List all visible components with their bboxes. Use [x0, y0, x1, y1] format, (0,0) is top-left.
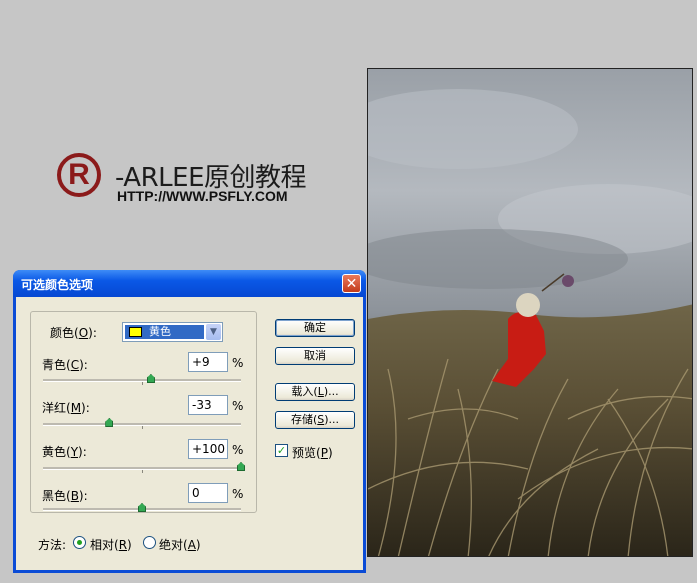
- load-button[interactable]: 载入(L)...: [275, 383, 355, 401]
- yellow-center-tick: [142, 470, 143, 473]
- magenta-input[interactable]: -33: [188, 395, 228, 415]
- cyan-center-tick: [142, 382, 143, 385]
- dialog-title: 可选颜色选项: [21, 278, 94, 292]
- preview-checkbox[interactable]: ✓: [275, 444, 288, 457]
- cyan-unit: %: [232, 356, 244, 370]
- photo-canvas[interactable]: [367, 68, 693, 557]
- magenta-center-tick: [142, 426, 143, 429]
- relative-label: 相对(R): [90, 538, 132, 552]
- preview-label: 预览(P): [292, 446, 333, 460]
- registered-logo-icon: R: [57, 153, 101, 197]
- magenta-slider-thumb[interactable]: [105, 418, 114, 427]
- selective-color-dialog: 可选颜色选项 ✕ 颜色(O): 黄色 ▼ 青色(C): +9 % 洋红(M): …: [13, 270, 366, 573]
- absolute-label: 绝对(A): [159, 538, 201, 552]
- watermark-url: HTTP://WWW.PSFLY.COM: [117, 188, 288, 204]
- cyan-slider-thumb[interactable]: [146, 374, 155, 383]
- save-button[interactable]: 存储(S)...: [275, 411, 355, 429]
- black-unit: %: [232, 487, 244, 501]
- yellow-unit: %: [232, 443, 244, 457]
- dialog-body: 颜色(O): 黄色 ▼ 青色(C): +9 % 洋红(M): -33 % 黄色(…: [16, 297, 363, 570]
- cyan-label: 青色(C):: [42, 358, 88, 372]
- magenta-label: 洋红(M):: [42, 401, 90, 415]
- color-adjust-group: 颜色(O): 黄色 ▼ 青色(C): +9 % 洋红(M): -33 % 黄色(…: [30, 311, 257, 513]
- yellow-input[interactable]: +100: [188, 439, 228, 459]
- close-button[interactable]: ✕: [342, 274, 361, 293]
- colors-dropdown-selected: 黄色: [125, 325, 204, 339]
- cyan-input[interactable]: +9: [188, 352, 228, 372]
- black-input[interactable]: 0: [188, 483, 228, 503]
- absolute-radio[interactable]: [143, 536, 156, 549]
- checkmark-icon: ✓: [276, 444, 287, 457]
- colors-label: 颜色(O):: [50, 326, 97, 340]
- cancel-button[interactable]: 取消: [275, 347, 355, 365]
- ok-button[interactable]: 确定: [275, 319, 355, 337]
- black-label: 黑色(B):: [42, 489, 88, 503]
- close-icon: ✕: [345, 275, 358, 292]
- yellow-slider-thumb[interactable]: [237, 462, 245, 471]
- dialog-titlebar[interactable]: 可选颜色选项 ✕: [13, 270, 366, 297]
- chevron-down-icon[interactable]: ▼: [206, 324, 221, 340]
- magenta-unit: %: [232, 399, 244, 413]
- yellow-label: 黄色(Y):: [42, 445, 87, 459]
- yellow-swatch-icon: [129, 327, 142, 337]
- relative-radio[interactable]: [73, 536, 86, 549]
- field-photo-image: [368, 89, 692, 556]
- method-label: 方法:: [38, 538, 67, 552]
- black-slider-thumb[interactable]: [138, 503, 146, 512]
- colors-dropdown[interactable]: 黄色 ▼: [122, 322, 223, 342]
- watermark-logo: R -ARLEE原创教程 HTTP://WWW.PSFLY.COM: [57, 153, 327, 213]
